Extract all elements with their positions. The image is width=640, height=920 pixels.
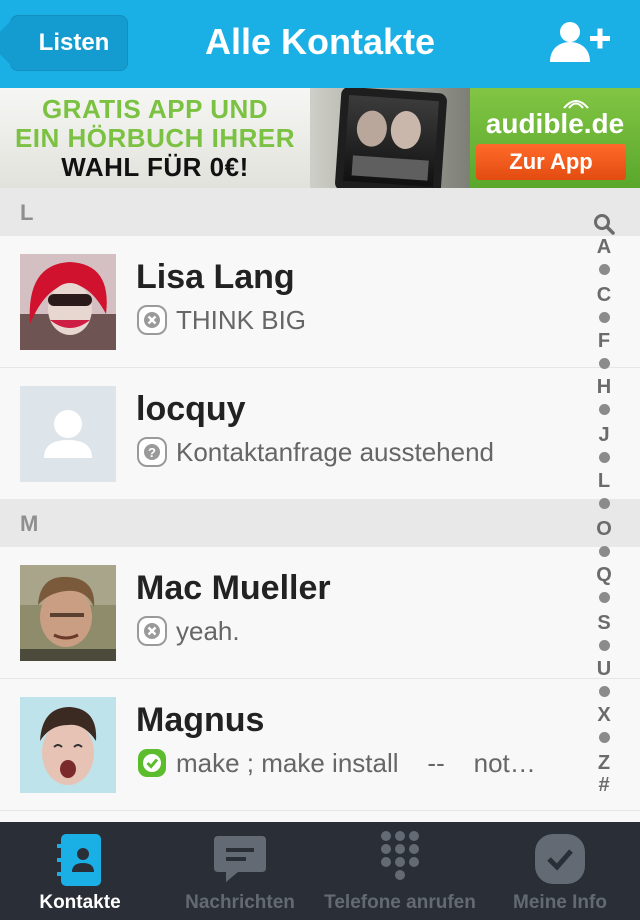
- tab-bar: Kontakte Nachrichten Telefone anrufen Me…: [0, 822, 640, 920]
- search-icon[interactable]: [593, 213, 615, 235]
- tab-label: Telefone anrufen: [324, 892, 476, 913]
- index-letter-c[interactable]: C: [588, 284, 620, 323]
- avatar: [20, 254, 116, 350]
- question-icon: ?: [137, 437, 167, 467]
- contact-status: yeah.: [136, 615, 556, 649]
- ad-brand: audible.de: [485, 108, 625, 139]
- ad-line-1: GRATIS APP UND: [41, 94, 269, 124]
- tab-nachrichten[interactable]: Nachrichten: [160, 822, 320, 920]
- status-text: yeah.: [176, 616, 240, 646]
- back-button[interactable]: Listen: [10, 15, 128, 71]
- ad-line-3: WAHL FÜR 0€!: [61, 152, 249, 182]
- tab-telefone-anrufen[interactable]: Telefone anrufen: [320, 822, 480, 920]
- dialpad-icon: [381, 831, 419, 880]
- contact-row[interactable]: locquy ? Kontaktanfrage ausstehend: [0, 368, 640, 500]
- ad-text-area: GRATIS APP UND EIN HÖRBUCH IHRER WAHL FÜ…: [0, 88, 310, 188]
- tab-label: Meine Info: [513, 892, 607, 913]
- index-letter-z[interactable]: Z: [588, 752, 620, 774]
- index-letter-u[interactable]: U: [588, 658, 620, 697]
- contact-status: THINK BIG: [136, 304, 556, 338]
- section-header-l: L: [0, 188, 640, 236]
- index-letter-a[interactable]: A: [588, 236, 620, 275]
- contact-name: Magnus: [136, 701, 265, 739]
- contact-row[interactable]: Magnus make ; make install -- not…: [0, 679, 640, 811]
- back-button-label: Listen: [38, 29, 110, 56]
- contact-status: ? Kontaktanfrage ausstehend: [136, 436, 556, 470]
- index-letter-hash[interactable]: #: [588, 774, 620, 796]
- tab-label: Nachrichten: [185, 892, 295, 913]
- ad-brand-area: audible.de Zur App: [470, 88, 640, 188]
- alphabet-index[interactable]: A C F H J L O Q S U X Z #: [588, 210, 620, 800]
- online-check-icon: [138, 749, 166, 777]
- index-letter-o[interactable]: O: [588, 518, 620, 557]
- avatar: [20, 565, 116, 661]
- contact-row[interactable]: Mac Mueller yeah.: [0, 547, 640, 679]
- tab-kontakte[interactable]: Kontakte: [0, 822, 160, 920]
- contact-row-partial[interactable]: [0, 811, 640, 822]
- offline-x-icon: [137, 616, 167, 646]
- status-text: make ; make install -- not…: [176, 748, 536, 778]
- index-letter-j[interactable]: J: [588, 424, 620, 463]
- page-title: Alle Kontakte: [204, 21, 436, 62]
- section-letter: L: [20, 200, 34, 225]
- index-letter-q[interactable]: Q: [588, 564, 620, 603]
- contact-row[interactable]: Lisa Lang THINK BIG: [0, 236, 640, 368]
- contact-name: Lisa Lang: [136, 258, 295, 296]
- contacts-book-icon: [57, 834, 101, 886]
- index-letter-l[interactable]: L: [588, 470, 620, 509]
- ad-banner[interactable]: GRATIS APP UND EIN HÖRBUCH IHRER WAHL FÜ…: [0, 88, 640, 188]
- status-text: Kontaktanfrage ausstehend: [176, 437, 495, 467]
- ad-line-2: EIN HÖRBUCH IHRER: [14, 123, 296, 153]
- offline-x-icon: [137, 305, 167, 335]
- avatar: [20, 697, 116, 793]
- status-text: THINK BIG: [176, 305, 307, 335]
- svg-text:?: ?: [148, 445, 156, 460]
- index-letter-s[interactable]: S: [588, 612, 620, 651]
- tab-meine-info[interactable]: Meine Info: [480, 822, 640, 920]
- contact-name: Mac Mueller: [136, 569, 331, 607]
- ad-phone-image: [310, 88, 470, 188]
- section-header-m: M: [0, 499, 640, 547]
- index-letter-h[interactable]: H: [588, 376, 620, 415]
- index-letter-x[interactable]: X: [588, 704, 620, 743]
- navigation-bar: Listen Alle Kontakte: [0, 0, 640, 88]
- chat-bubble-icon: [214, 836, 266, 882]
- index-letter-f[interactable]: F: [588, 330, 620, 369]
- tab-label: Kontakte: [39, 892, 121, 913]
- contact-name: locquy: [136, 390, 246, 428]
- contact-status: make ; make install -- not…: [136, 747, 556, 781]
- skype-check-icon: [535, 834, 585, 884]
- add-contact-icon[interactable]: [548, 20, 612, 66]
- section-letter: M: [20, 511, 39, 536]
- avatar: [20, 386, 116, 482]
- ad-cta-button[interactable]: Zur App: [476, 144, 626, 180]
